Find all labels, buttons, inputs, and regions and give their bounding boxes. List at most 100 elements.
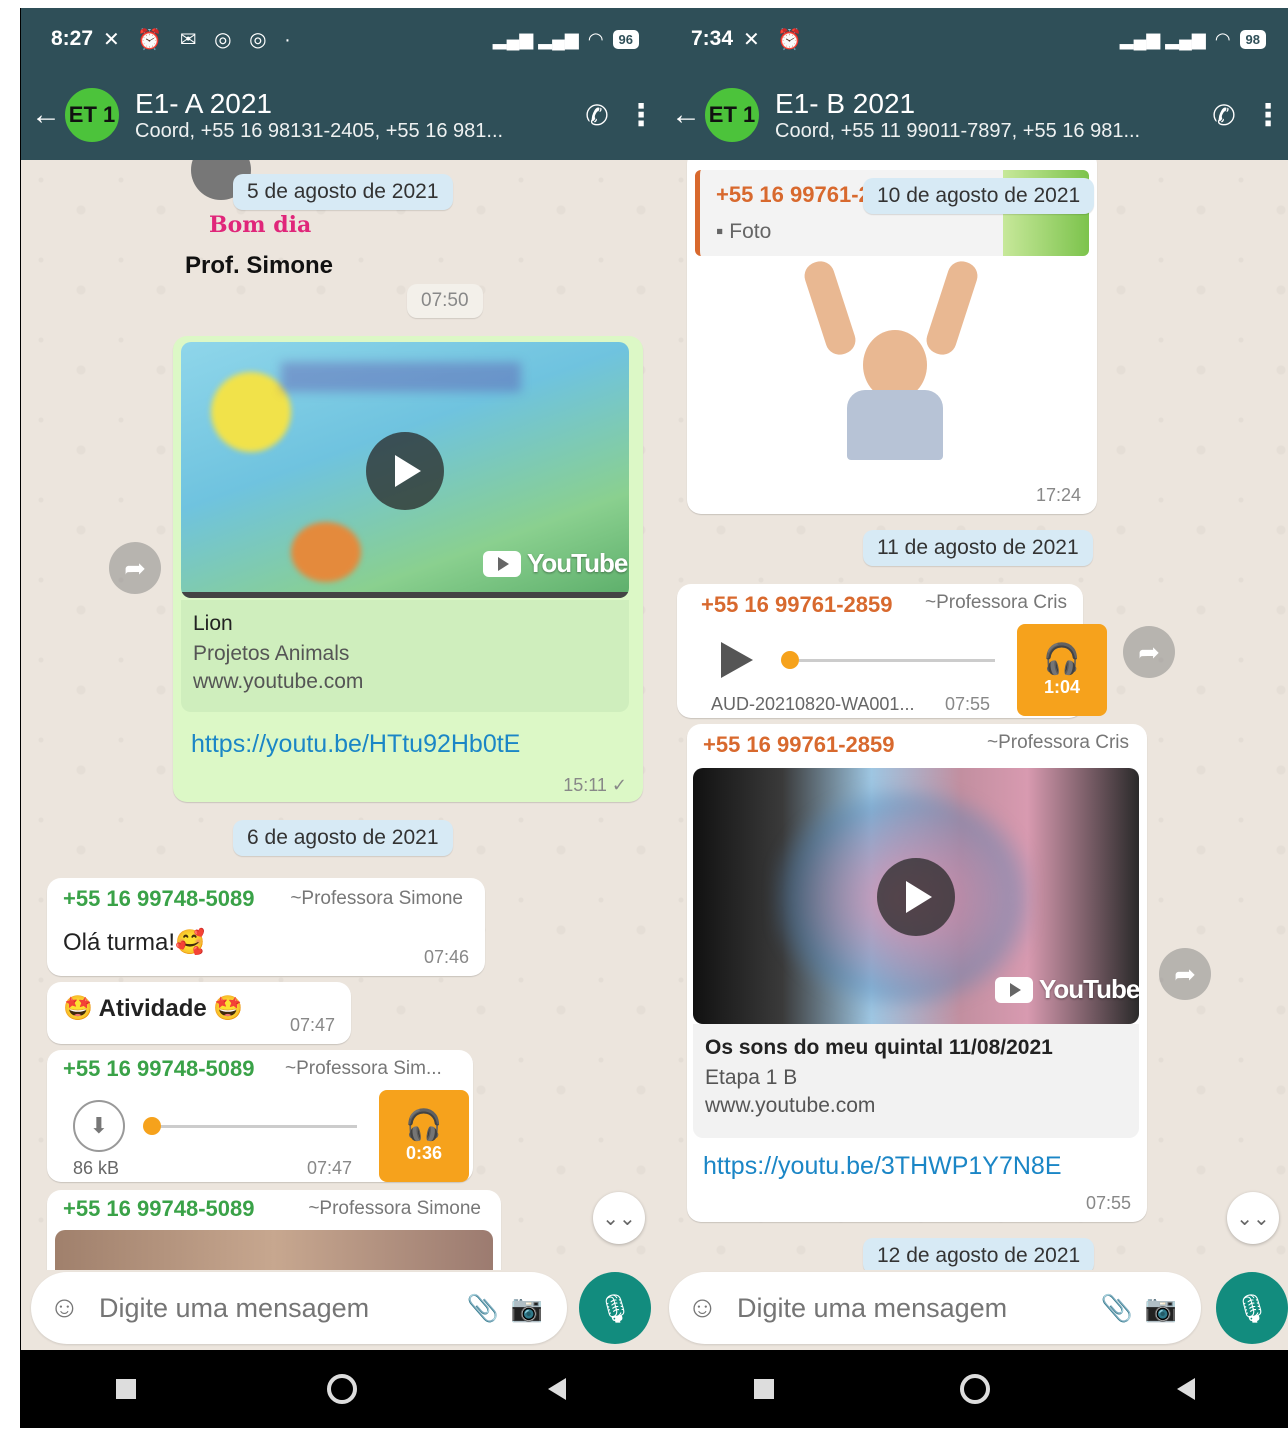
chat-title-area[interactable]: E1- B 2021 Coord, +55 11 99011-7897, +55… [775,88,1200,143]
play-icon[interactable] [721,642,753,678]
add-call-icon[interactable]: ✆ [1200,99,1248,132]
mic-icon[interactable]: 🎙 [1216,1272,1288,1344]
incoming-audio-message[interactable]: +55 16 99748-5089 ~Professora Sim... ⬇ 8… [47,1050,473,1182]
right-phone-screen: 7:34 ✕ ⏰ ▂▄▆ ▂▄▆ ◠ 98 ← ET 1 E1- B 2021 … [661,8,1288,1428]
sender-phone[interactable]: +55 16 99761-2859 [701,592,892,617]
scroll-down-icon[interactable]: ⌄⌄ [593,1192,645,1244]
link-description: Projetos Animals [193,642,350,665]
sender-pushname: ~Professora Simone [308,1198,481,1219]
composer-bar: ☺ 📎 📷 🎙 [21,1270,661,1350]
wifi-icon: ◠ [1215,28,1230,49]
forward-icon[interactable]: ➦ [109,542,161,594]
sender-pushname: ~Professora Cris [986,732,1129,753]
message-input-container[interactable]: ☺ 📎 📷 [31,1272,567,1344]
thumbnail-title-blur [281,362,521,392]
wifi-icon: ◠ [588,28,603,49]
more-vert-icon[interactable]: ⋮ [1248,98,1288,133]
link-preview[interactable]: Os sons do meu quintal 11/08/2021 Etapa … [693,1024,1139,1138]
video-url-link[interactable]: https://youtu.be/HTtu92Hb0tE [191,730,520,759]
emoji-icon[interactable]: ☺ [49,1291,99,1325]
youtube-logo: YouTube [995,974,1139,1005]
group-avatar[interactable]: ET 1 [63,86,121,144]
chat-messages[interactable]: Bom dia Prof. Simone 5 de agosto de 2021… [21,160,661,1270]
message-input[interactable] [737,1292,1095,1324]
sender-pushname: ~Professora Sim... [285,1058,442,1079]
home-icon[interactable] [960,1374,991,1404]
recents-icon[interactable] [116,1379,137,1399]
more-vert-icon[interactable]: ⋮ [621,98,661,133]
camera-icon[interactable]: 📷 [505,1293,549,1324]
headphones-icon: 🎧 [1043,642,1081,676]
message-input-container[interactable]: ☺ 📎 📷 [669,1272,1201,1344]
audio-progress-knob[interactable] [781,651,799,669]
incoming-message[interactable]: +55 16 99748-5089 ~Professora Simone [47,1190,501,1270]
nav-back-icon[interactable] [1176,1378,1195,1400]
message-input[interactable] [99,1292,461,1324]
sender-pushname: ~Professora Cris [924,592,1067,613]
sender-phone[interactable]: +55 16 99761-2859 [703,732,894,757]
date-separator: 12 de agosto de 2021 [863,1238,1095,1270]
incoming-message[interactable]: 🤩 Atividade 🤩 07:47 [47,982,351,1044]
android-nav-bar [661,1350,1288,1428]
status-bar: 8:27 ✕ ⏰ ✉ ◎ ◎ · ▂▄▆ ▂▄▆ ◠ 96 [21,8,661,70]
home-icon[interactable] [326,1374,357,1404]
message-time: 07:55 [1085,1193,1131,1213]
camera-icon[interactable]: 📷 [1139,1293,1183,1324]
back-arrow-icon[interactable]: ← [671,98,703,132]
sender-phone[interactable]: +55 16 99748-5089 [63,886,254,911]
back-arrow-icon[interactable]: ← [31,98,63,132]
youtube-brand-text: YouTube [527,548,628,578]
sender-phone[interactable]: +55 16 99748-5089 [63,1196,254,1221]
status-time: 7:34 [691,27,734,50]
emoji-icon[interactable]: ☺ [687,1291,737,1325]
thumbs-up-boy-sticker[interactable] [800,257,982,460]
sticker-caption: Prof. Simone [185,252,334,279]
message-time: 17:24 [1035,485,1081,505]
video-bar [181,592,629,598]
outgoing-video-message[interactable]: YouTube Lion Projetos Animals www.youtub… [173,336,643,802]
audio-progress-track[interactable] [799,659,995,662]
notification-icons: ✕ ⏰ ✉ ◎ ◎ · [103,28,297,51]
sticker-shirt [847,390,943,460]
video-thumbnail[interactable]: YouTube [181,342,629,598]
youtube-play-icon [995,976,1033,1003]
chat-messages[interactable]: +55 16 99761-2859 ▪ Foto 17:24 10 de ago… [661,160,1288,1270]
audio-progress-track[interactable] [151,1125,357,1128]
mic-icon[interactable]: 🎙 [579,1272,651,1344]
chat-header: ← ET 1 E1- B 2021 Coord, +55 11 99011-78… [661,70,1288,160]
battery-icon: 96 [612,29,639,49]
star-struck-emoji-icon: 🤩 [63,995,93,1022]
sender-phone[interactable]: +55 16 99748-5089 [63,1056,254,1081]
scroll-down-icon[interactable]: ⌄⌄ [1227,1192,1279,1244]
link-preview[interactable]: Lion Projetos Animals www.youtube.com [181,600,629,712]
chat-header: ← ET 1 E1- A 2021 Coord, +55 16 98131-24… [21,70,661,160]
incoming-audio-message[interactable]: +55 16 99761-2859 ~Professora Cris AUD-2… [677,584,1107,718]
audio-progress-knob[interactable] [143,1117,161,1135]
incoming-video-message[interactable]: +55 16 99761-2859 ~Professora Cris YouTu… [687,724,1147,1222]
attach-icon[interactable]: 📎 [461,1293,505,1324]
video-thumbnail[interactable]: YouTube [693,768,1139,1024]
download-icon[interactable]: ⬇ [73,1100,125,1152]
smiling-hearts-emoji-icon: 🥰 [175,929,205,956]
forward-icon[interactable]: ➦ [1123,626,1175,678]
status-right: ▂▄▆ ▂▄▆ ◠ 98 [1120,29,1266,50]
link-domain: www.youtube.com [705,1094,876,1117]
recents-icon[interactable] [754,1379,775,1399]
chat-title-area[interactable]: E1- A 2021 Coord, +55 16 98131-2405, +55… [135,88,573,143]
play-icon[interactable] [877,858,955,936]
group-participants: Coord, +55 11 99011-7897, +55 16 981... [775,119,1141,142]
media-thumbnail[interactable] [55,1230,493,1270]
video-url-link[interactable]: https://youtu.be/3THWP1Y7N8E [703,1152,1062,1181]
sticker-time: 07:50 [407,284,483,318]
incoming-message[interactable]: +55 16 99748-5089 ~Professora Simone Olá… [47,878,485,976]
play-icon[interactable] [366,432,444,510]
youtube-brand-text: YouTube [1039,974,1139,1004]
nav-back-icon[interactable] [547,1378,566,1400]
left-phone-screen: 8:27 ✕ ⏰ ✉ ◎ ◎ · ▂▄▆ ▂▄▆ ◠ 96 ← ET 1 E1-… [21,8,661,1428]
group-avatar[interactable]: ET 1 [703,86,761,144]
forward-icon[interactable]: ➦ [1159,948,1211,1000]
add-call-icon[interactable]: ✆ [573,99,621,132]
date-separator: 10 de agosto de 2021 [863,178,1095,214]
message-text: 🤩 Atividade 🤩 [63,994,243,1023]
attach-icon[interactable]: 📎 [1095,1293,1139,1324]
